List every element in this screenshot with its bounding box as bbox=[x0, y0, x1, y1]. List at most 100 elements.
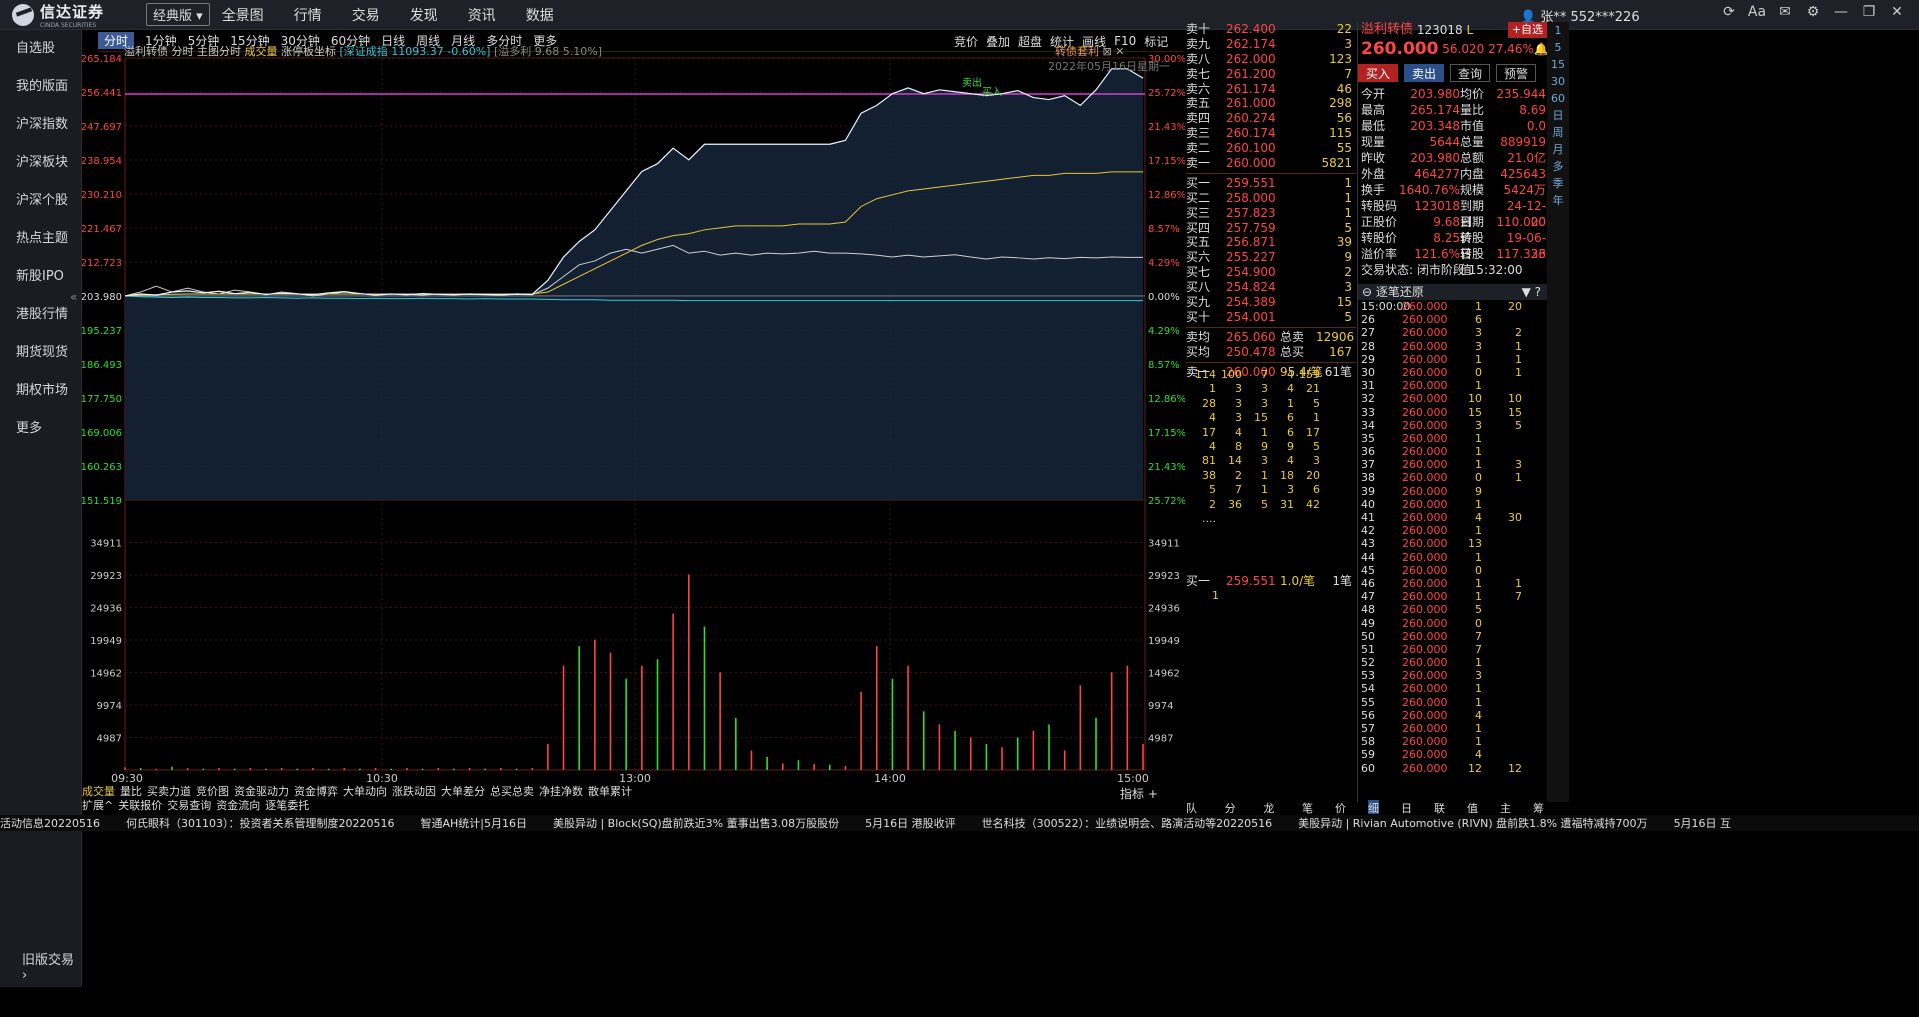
indicator-tab-4[interactable]: 资金驱动力 bbox=[234, 785, 289, 799]
rail-period-6[interactable]: 周 bbox=[1547, 124, 1569, 141]
rail-period-0[interactable]: 1 bbox=[1547, 22, 1569, 39]
quote-tab-1[interactable]: 分布 bbox=[1225, 800, 1242, 831]
news-item-1[interactable]: 何氏眼科（301103）：投资者关系管理制度20220516 bbox=[126, 817, 394, 830]
add-favorite-button[interactable]: +自选 bbox=[1507, 22, 1547, 38]
version-select[interactable]: 经典版 ▾ bbox=[146, 3, 210, 26]
rail-period-1[interactable]: 5 bbox=[1547, 39, 1569, 56]
quote-tab-9[interactable]: 主 bbox=[1500, 800, 1511, 815]
news-item-4[interactable]: 5月16日 港股收评 bbox=[865, 817, 956, 830]
quote-tab-4[interactable]: 价 bbox=[1335, 800, 1346, 815]
indicator-add[interactable]: 指标 + bbox=[1120, 785, 1158, 802]
indicator-tab-8[interactable]: 大单差分 bbox=[441, 785, 485, 799]
collapse-arrow-icon[interactable]: « bbox=[70, 290, 77, 304]
chart-close-icon[interactable]: ⊠ ✕ bbox=[1103, 45, 1125, 58]
minimize-icon[interactable]: — bbox=[1827, 4, 1855, 20]
menu-item-3[interactable]: 发现 bbox=[410, 5, 438, 25]
sidebar-item-10[interactable]: 更多 bbox=[0, 410, 81, 448]
rail-period-8[interactable]: 多 bbox=[1547, 158, 1569, 175]
bids-row-2[interactable]: 买三 257.823 1 bbox=[1186, 206, 1356, 221]
rail-period-9[interactable]: 季 bbox=[1547, 175, 1569, 192]
tick-toggle-icon[interactable]: ⊖ bbox=[1362, 285, 1372, 299]
news-item-5[interactable]: 世名科技（300522）：业绩说明会、路演活动等20220516 bbox=[982, 817, 1272, 830]
info-limit-axis[interactable]: 涨停板坐标 bbox=[281, 45, 336, 58]
trade-button-3[interactable]: 预警 bbox=[1496, 64, 1536, 82]
menu-item-4[interactable]: 资讯 bbox=[468, 5, 496, 25]
quote-tab-3[interactable]: 笔 bbox=[1302, 800, 1313, 815]
menu-item-1[interactable]: 行情 bbox=[294, 5, 322, 25]
sidebar-item-6[interactable]: 新股IPO bbox=[0, 258, 81, 296]
asks-row-3[interactable]: 卖七 261.200 7 bbox=[1186, 67, 1356, 82]
trade-button-0[interactable]: 买入 bbox=[1358, 64, 1398, 82]
sidebar-item-4[interactable]: 沪深个股 bbox=[0, 182, 81, 220]
ext-tab-2[interactable]: 交易查询 bbox=[167, 799, 211, 813]
quote-tab-2[interactable]: 龙虎 bbox=[1263, 800, 1280, 831]
refresh-icon[interactable]: ⟳ bbox=[1715, 4, 1743, 20]
quote-tab-8[interactable]: 值 bbox=[1467, 800, 1478, 815]
old-trade-link[interactable]: 旧版交易 › bbox=[22, 949, 81, 983]
rail-period-2[interactable]: 15 bbox=[1547, 56, 1569, 73]
indicator-tab-10[interactable]: 净挂净数 bbox=[539, 785, 583, 799]
sidebar-item-9[interactable]: 期权市场 bbox=[0, 372, 81, 410]
bids-row-8[interactable]: 买九 254.389 15 bbox=[1186, 295, 1356, 310]
bids-row-4[interactable]: 买五 256.871 39 bbox=[1186, 235, 1356, 250]
quote-tab-6[interactable]: 日 bbox=[1401, 800, 1412, 815]
chart-tool-6[interactable]: 标记 bbox=[1144, 33, 1168, 50]
indicator-tab-7[interactable]: 涨跌动因 bbox=[392, 785, 436, 799]
sidebar-item-0[interactable]: 自选股 bbox=[0, 30, 81, 68]
bids-row-7[interactable]: 买八 254.824 3 bbox=[1186, 280, 1356, 295]
asks-row-1[interactable]: 卖九 262.174 3 bbox=[1186, 37, 1356, 52]
tick-list-header[interactable]: ⊖ 逐笔还原 ▼ ? bbox=[1358, 284, 1547, 300]
indicator-tab-1[interactable]: 量比 bbox=[120, 785, 142, 799]
ext-tab-4[interactable]: 逐笔委托 bbox=[265, 799, 309, 813]
quote-tab-7[interactable]: 联 bbox=[1434, 800, 1445, 815]
ext-tab-3[interactable]: 资金流向 bbox=[216, 799, 260, 813]
asks-row-9[interactable]: 卖一 260.000 5821 bbox=[1186, 156, 1356, 171]
bids-row-6[interactable]: 买七 254.900 2 bbox=[1186, 265, 1356, 280]
quote-tab-10[interactable]: 筹 bbox=[1533, 800, 1544, 815]
sidebar-item-1[interactable]: 我的版面 bbox=[0, 68, 81, 106]
rail-period-4[interactable]: 60 bbox=[1547, 90, 1569, 107]
intraday-chart[interactable]: 265.184 30.00%256.441 25.72%247.697 21.43%2… bbox=[81, 52, 1187, 787]
settings-icon[interactable]: ⚙ bbox=[1799, 4, 1827, 20]
info-volume[interactable]: 成交量 bbox=[245, 45, 278, 58]
news-item-2[interactable]: 智通AH统计|5月16日 bbox=[420, 817, 527, 830]
message-icon[interactable]: ✉ bbox=[1771, 4, 1799, 20]
sidebar-item-2[interactable]: 沪深指数 bbox=[0, 106, 81, 144]
restore-icon[interactable]: ❐ bbox=[1855, 4, 1883, 20]
bids-row-9[interactable]: 买十 254.001 5 bbox=[1186, 310, 1356, 325]
chart-tool-2[interactable]: 超盘 bbox=[1018, 33, 1042, 50]
bids-row-5[interactable]: 买六 255.227 9 bbox=[1186, 250, 1356, 265]
indicator-tab-9[interactable]: 总买总卖 bbox=[490, 785, 534, 799]
bids-row-3[interactable]: 买四 257.759 5 bbox=[1186, 221, 1356, 236]
indicator-tab-2[interactable]: 买卖力道 bbox=[147, 785, 191, 799]
indicator-tab-3[interactable]: 竞价图 bbox=[196, 785, 229, 799]
asks-row-8[interactable]: 卖二 260.100 55 bbox=[1186, 141, 1356, 156]
menu-item-0[interactable]: 全景图 bbox=[222, 5, 264, 25]
rail-period-7[interactable]: 月 bbox=[1547, 141, 1569, 158]
indicator-tab-6[interactable]: 大单动向 bbox=[343, 785, 387, 799]
close-icon[interactable]: ✕ bbox=[1883, 4, 1911, 20]
trade-button-1[interactable]: 卖出 bbox=[1404, 64, 1444, 82]
chart-tool-0[interactable]: 竞价 bbox=[954, 33, 978, 50]
filter-icon[interactable]: ▼ ? bbox=[1522, 284, 1541, 300]
trade-button-2[interactable]: 查询 bbox=[1450, 64, 1490, 82]
font-size-icon[interactable]: Aa bbox=[1743, 4, 1771, 20]
indicator-tab-5[interactable]: 资金博弈 bbox=[294, 785, 338, 799]
chart-badge[interactable]: 转债套利 ⊠ ✕ bbox=[1055, 43, 1124, 59]
info-minute[interactable]: 分时 bbox=[172, 45, 194, 58]
sidebar-item-7[interactable]: 港股行情 bbox=[0, 296, 81, 334]
rail-period-5[interactable]: 日 bbox=[1547, 107, 1569, 124]
news-item-0[interactable]: 活动信息20220516 bbox=[0, 817, 100, 830]
sidebar-item-5[interactable]: 热点主题 bbox=[0, 220, 81, 258]
news-item-7[interactable]: 5月16日 互 bbox=[1674, 817, 1732, 830]
ext-tab-0[interactable]: 扩展^ bbox=[82, 799, 113, 813]
asks-row-2[interactable]: 卖八 262.000 123 bbox=[1186, 52, 1356, 67]
news-item-6[interactable]: 美股异动 | Rivian Automotive (RIVN) 盘前跌1.8% … bbox=[1298, 817, 1647, 830]
asks-row-5[interactable]: 卖五 261.000 298 bbox=[1186, 96, 1356, 111]
menu-item-5[interactable]: 数据 bbox=[526, 5, 554, 25]
indicator-tab-11[interactable]: 散单累计 bbox=[588, 785, 632, 799]
asks-row-0[interactable]: 卖十 262.400 22 bbox=[1186, 22, 1356, 37]
bids-row-0[interactable]: 买一 259.551 1 bbox=[1186, 176, 1356, 191]
ext-tab-1[interactable]: 关联报价 bbox=[118, 799, 162, 813]
sidebar-item-8[interactable]: 期货现货 bbox=[0, 334, 81, 372]
